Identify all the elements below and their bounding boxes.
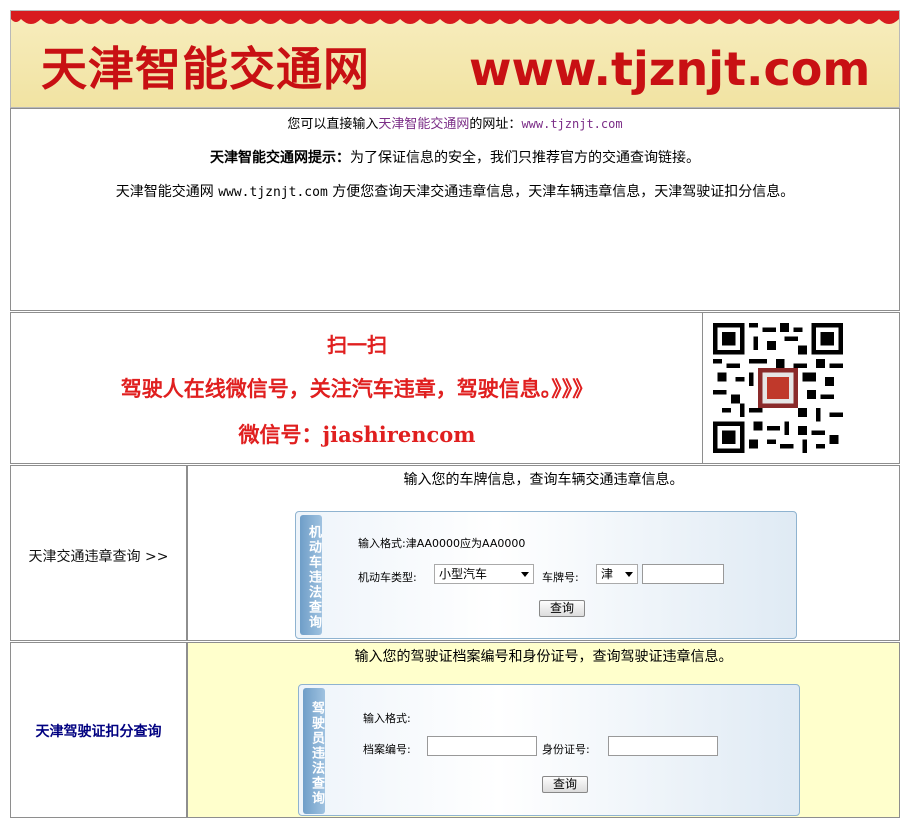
- url-hint-mid: 的网址：: [469, 117, 522, 132]
- site-name-link[interactable]: 天津智能交通网: [378, 117, 469, 132]
- vehicle-submit-button[interactable]: 查询: [539, 600, 585, 617]
- license-query-label-cell: 天津驾驶证扣分查询: [10, 642, 187, 818]
- license-query-cell: 输入您的驾驶证档案编号和身份证号，查询驾驶证违章信息。 驾驶员违法查询 输入格式…: [187, 642, 900, 818]
- chevron-down-icon: [521, 572, 529, 577]
- qr-code-icon: [713, 323, 843, 453]
- desc-url: www.tjznjt.com: [218, 185, 328, 200]
- file-number-label: 档案编号:: [363, 743, 411, 756]
- banner-url: www.tjznjt.com: [469, 42, 871, 96]
- vehicle-query-caption: 输入您的车牌信息，查询车辆交通违章信息。: [403, 472, 684, 488]
- license-format-hint: 输入格式:: [363, 712, 411, 725]
- divider: [702, 313, 703, 463]
- vehicle-type-label: 机动车类型:: [358, 571, 417, 584]
- vehicle-type-value: 小型汽车: [439, 567, 488, 581]
- info-box: 您可以直接输入天津智能交通网的网址：www.tjznjt.com 天津智能交通网…: [10, 108, 900, 311]
- wechat-box: 扫一扫 驾驶人在线微信号，关注汽车违章，驾驶信息。》》》 微信号：jiashir…: [10, 312, 900, 464]
- id-number-label: 身份证号:: [542, 743, 590, 756]
- vehicle-query-cell: 输入您的车牌信息，查询车辆交通违章信息。 机动车违法查询 输入格式:津AA000…: [187, 465, 900, 641]
- plate-input[interactable]: [642, 564, 724, 584]
- plate-prefix-value: 津: [601, 567, 614, 581]
- url-hint: 您可以直接输入天津智能交通网的网址：www.tjznjt.com: [11, 113, 899, 132]
- license-query-form: 驾驶员违法查询 输入格式: 档案编号: 身份证号: 查询: [298, 684, 800, 816]
- file-number-input[interactable]: [427, 736, 537, 756]
- id-number-input[interactable]: [608, 736, 718, 756]
- follow-text: 驾驶人在线微信号，关注汽车违章，驾驶信息。》》》: [120, 376, 594, 401]
- site-banner: 天津智能交通网 www.tjznjt.com: [10, 10, 900, 108]
- license-submit-button[interactable]: 查询: [542, 776, 588, 793]
- vehicle-query-tab: 机动车违法查询: [300, 515, 322, 635]
- vehicle-query-form: 机动车违法查询 输入格式:津AA0000应为AA0000 机动车类型: 小型汽车…: [295, 511, 797, 639]
- site-url-link[interactable]: www.tjznjt.com: [521, 117, 622, 131]
- scan-label: 扫一扫: [327, 333, 387, 357]
- url-hint-prefix: 您可以直接输入: [287, 117, 379, 132]
- tip-label: 天津智能交通网提示：: [210, 150, 350, 166]
- plate-prefix-select[interactable]: 津: [596, 564, 638, 584]
- site-description: 天津智能交通网 www.tjznjt.com 方便您查询天津交通违章信息，天津车…: [11, 181, 899, 201]
- license-query-caption: 输入您的驾驶证档案编号和身份证号，查询驾驶证违章信息。: [354, 649, 733, 665]
- chevron-down-icon: [625, 572, 633, 577]
- vehicle-type-select[interactable]: 小型汽车: [434, 564, 534, 584]
- vehicle-query-link[interactable]: 天津交通违章查询 >>: [11, 546, 186, 566]
- security-tip: 天津智能交通网提示：为了保证信息的安全，我们只推荐官方的交通查询链接。: [11, 147, 899, 167]
- banner-title: 天津智能交通网: [41, 42, 370, 96]
- vehicle-format-hint: 输入格式:津AA0000应为AA0000: [358, 537, 526, 550]
- wave-border: [11, 11, 899, 24]
- tip-text: 为了保证信息的安全，我们只推荐官方的交通查询链接。: [350, 150, 700, 166]
- vehicle-query-label-cell: 天津交通违章查询 >>: [10, 465, 187, 641]
- license-query-tab: 驾驶员违法查询: [303, 688, 325, 814]
- plate-label: 车牌号:: [542, 571, 579, 584]
- desc-prefix: 天津智能交通网: [115, 184, 219, 200]
- wechat-id: 微信号：jiashirencom: [238, 422, 476, 447]
- license-query-link[interactable]: 天津驾驶证扣分查询: [11, 721, 186, 741]
- desc-rest: 方便您查询天津交通违章信息，天津车辆违章信息，天津驾驶证扣分信息。: [327, 184, 795, 200]
